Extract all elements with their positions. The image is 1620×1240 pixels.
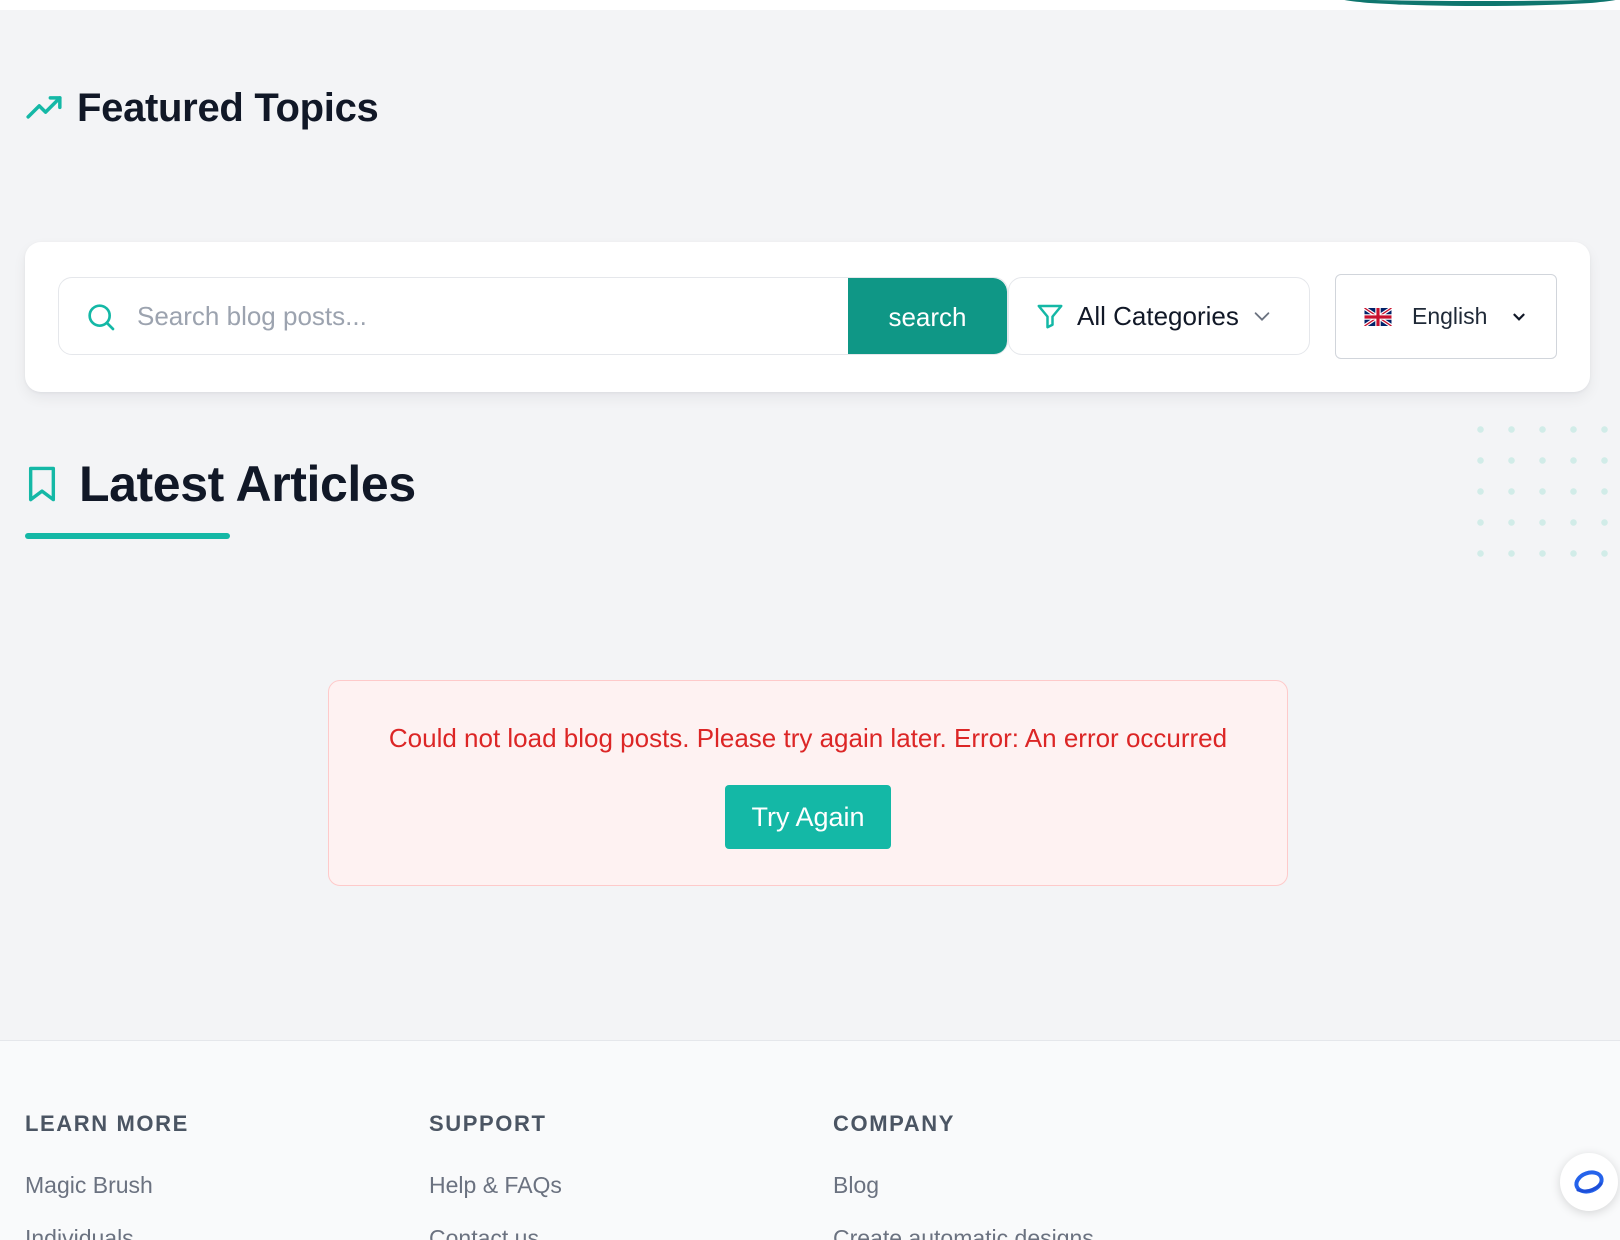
footer-link[interactable]: Help & FAQs	[429, 1172, 562, 1199]
latest-articles-title: Latest Articles	[79, 456, 416, 512]
footer-heading: SUPPORT	[429, 1111, 547, 1136]
footer-column-learn-more: LEARN MORE Magic Brush Individuals	[25, 1111, 189, 1240]
chevron-down-icon	[1513, 313, 1525, 321]
footer-heading: LEARN MORE	[25, 1111, 189, 1136]
uk-flag-icon	[1364, 307, 1392, 326]
language-select[interactable]: English	[1335, 274, 1557, 359]
footer-column-support: SUPPORT Help & FAQs Contact us	[429, 1111, 562, 1240]
category-filter-label: All Categories	[1077, 300, 1239, 331]
featured-topics-header: Featured Topics	[25, 86, 379, 131]
chevron-down-icon	[1254, 312, 1270, 321]
bookmark-icon	[28, 466, 56, 502]
category-filter-dropdown[interactable]: All Categories	[1008, 277, 1310, 355]
search-input[interactable]	[137, 278, 817, 354]
search-button[interactable]: search	[848, 278, 1007, 354]
trending-up-icon	[26, 95, 62, 119]
search-box: search	[58, 277, 1008, 355]
footer-link[interactable]: Create automatic designs	[833, 1225, 1094, 1240]
chat-help-button[interactable]	[1560, 1153, 1618, 1211]
footer-heading: COMPANY	[833, 1111, 956, 1136]
chat-help-icon	[1574, 1170, 1604, 1194]
site-footer: LEARN MORE Magic Brush Individuals SUPPO…	[0, 1040, 1620, 1240]
featured-topics-title: Featured Topics	[77, 86, 379, 130]
error-message: Could not load blog posts. Please try ag…	[388, 723, 1228, 753]
footer-link[interactable]: Blog	[833, 1172, 1094, 1199]
footer-column-company: COMPANY Blog Create automatic designs	[833, 1111, 1094, 1240]
latest-articles-header: Latest Articles	[25, 455, 416, 513]
error-alert: Could not load blog posts. Please try ag…	[328, 680, 1288, 886]
dot-pattern-decoration	[1465, 414, 1620, 564]
footer-link[interactable]: Magic Brush	[25, 1172, 189, 1199]
search-icon	[88, 304, 115, 331]
footer-link[interactable]: Contact us	[429, 1225, 562, 1240]
search-filter-bar: search All Categories English	[25, 242, 1590, 392]
try-again-button[interactable]: Try Again	[725, 785, 891, 849]
footer-link[interactable]: Individuals	[25, 1225, 189, 1240]
filter-icon	[1037, 304, 1063, 329]
section-underline	[25, 533, 230, 539]
blog-page: Featured Topics search All Categories	[0, 0, 1620, 1240]
language-label: English	[1412, 303, 1488, 329]
